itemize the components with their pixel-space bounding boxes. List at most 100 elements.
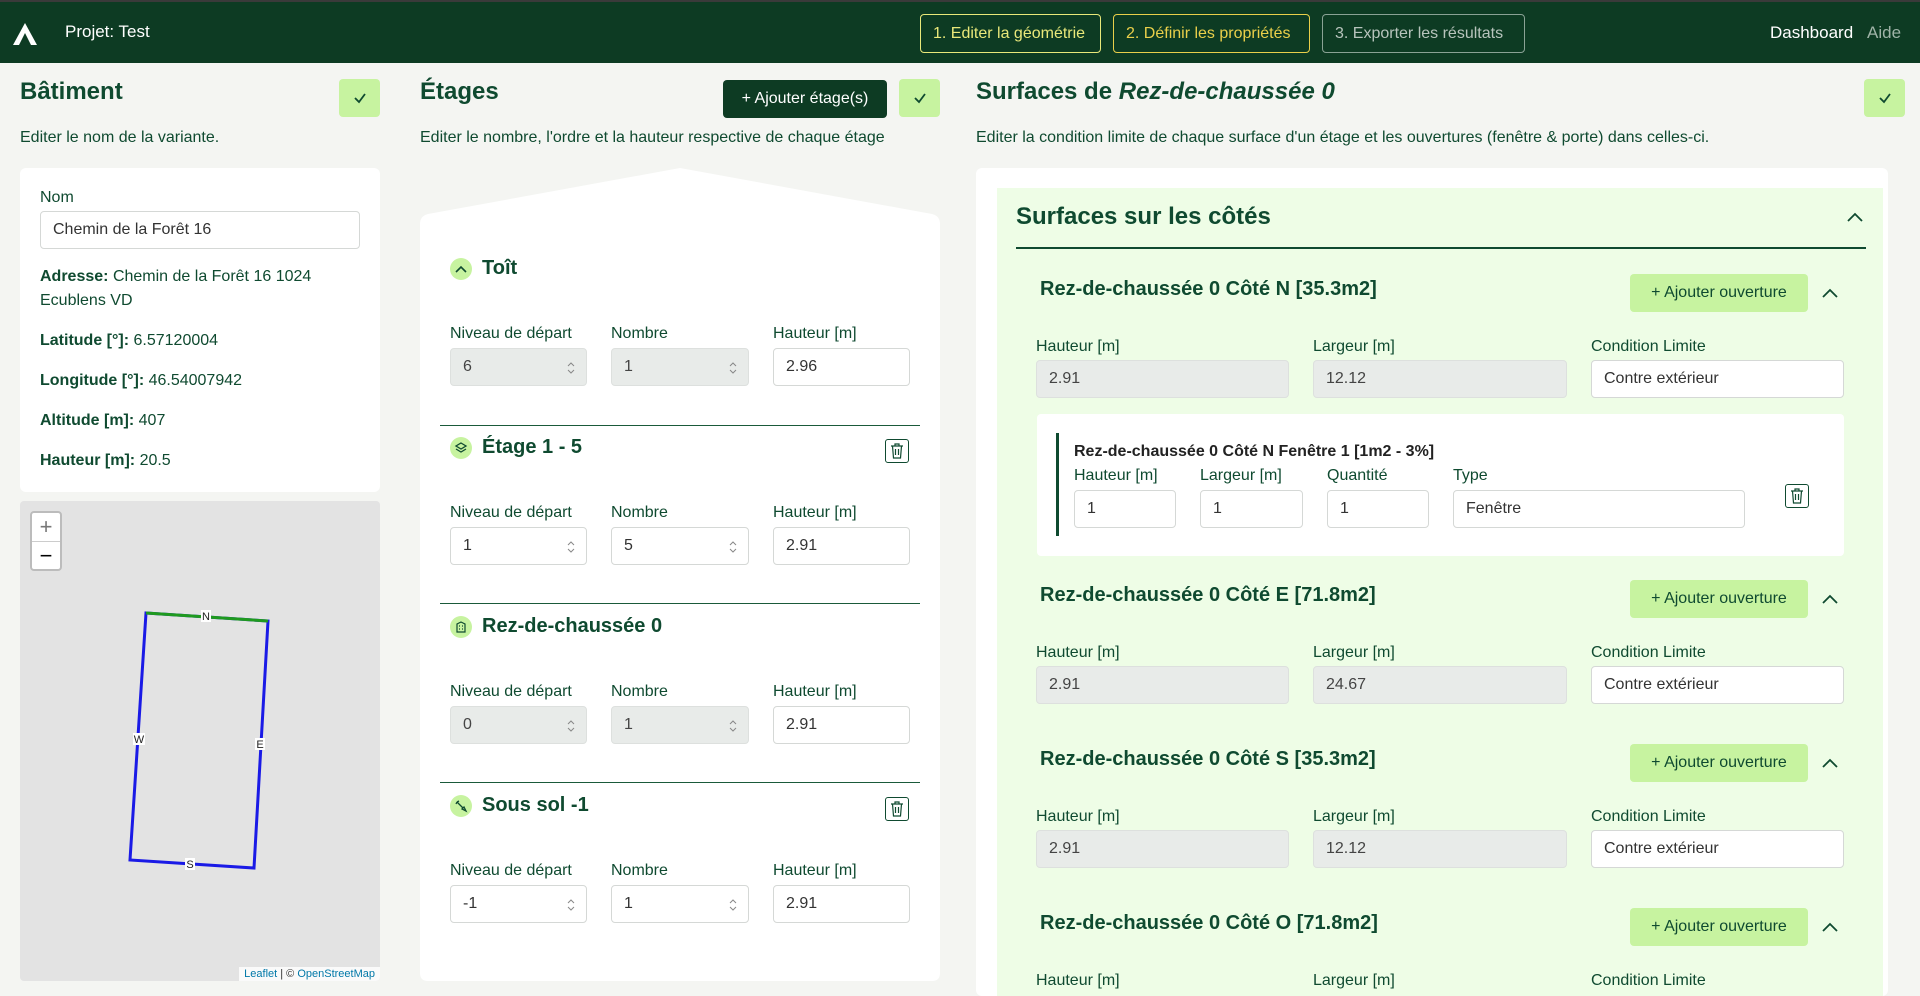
opening-quantity-input[interactable]: 1 <box>1327 490 1429 528</box>
height-label: Hauteur [m]: <box>40 452 136 469</box>
building-description: Editer le nom de la variante. <box>20 129 220 146</box>
add-floor-button[interactable]: + Ajouter étage(s) <box>723 80 887 118</box>
chevron-up-icon[interactable] <box>1821 757 1839 769</box>
stepper-icon[interactable] <box>728 539 738 555</box>
chevron-up-icon[interactable] <box>1821 593 1839 605</box>
ground-height-input[interactable]: 2.91 <box>773 706 910 744</box>
stepper-icon[interactable] <box>566 718 576 734</box>
delete-floor-button[interactable] <box>885 439 909 463</box>
side-e-boundary-select[interactable]: Contre extérieur <box>1591 666 1844 704</box>
side-e-width-input[interactable]: 24.67 <box>1313 666 1567 704</box>
opening-width-label: Largeur [m] <box>1200 467 1282 484</box>
name-label: Nom <box>40 189 74 206</box>
leaflet-link[interactable]: Leaflet <box>244 968 277 980</box>
opening-type-label: Type <box>1453 467 1488 484</box>
height-label: Hauteur [m] <box>773 862 857 879</box>
side-s-boundary-select[interactable]: Contre extérieur <box>1591 830 1844 868</box>
side-s-width-input[interactable]: 12.12 <box>1313 830 1567 868</box>
surface-height-label: Hauteur [m] <box>1036 644 1120 661</box>
basement-count-input[interactable]: 1 <box>611 885 749 923</box>
surfaces-title-prefix: Surfaces de <box>976 78 1119 105</box>
floors-description: Editer le nombre, l'ordre et la hauteur … <box>420 129 885 146</box>
altitude-value: 407 <box>138 412 166 429</box>
basement-count-value: 1 <box>624 895 633 912</box>
stepper-icon[interactable] <box>728 718 738 734</box>
layers-icon <box>450 437 472 459</box>
chevron-up-icon[interactable] <box>1846 211 1864 223</box>
delete-floor-button[interactable] <box>885 797 909 821</box>
surfaces-title: Surfaces de Rez-de-chaussée 0 <box>976 78 1335 106</box>
address-label: Adresse: <box>40 268 109 285</box>
floor-name-ground: Rez-de-chaussée 0 <box>482 615 663 637</box>
stepper-icon[interactable] <box>566 360 576 376</box>
surfaces-title-floor: Rez-de-chaussée 0 <box>1118 78 1335 105</box>
building-confirm-button[interactable] <box>339 79 380 117</box>
compass-n: N <box>202 611 210 623</box>
surface-width-label: Largeur [m] <box>1313 338 1395 355</box>
roof-start-level-value: 6 <box>463 358 472 375</box>
roof-count-input[interactable]: 1 <box>611 348 749 386</box>
floors-count-value: 5 <box>624 537 633 554</box>
opening-height-input[interactable]: 1 <box>1074 490 1176 528</box>
opening-quantity-label: Quantité <box>1327 467 1388 484</box>
roof-count-value: 1 <box>624 358 633 375</box>
app-logo-icon[interactable] <box>12 22 38 46</box>
side-o-title: Rez-de-chaussée 0 Côté O [71.8m2] <box>1040 912 1378 934</box>
shovel-icon <box>450 795 472 817</box>
roof-start-level-input[interactable]: 6 <box>450 348 587 386</box>
building-title: Bâtiment <box>20 78 123 105</box>
floors-start-level-input[interactable]: 1 <box>450 527 587 565</box>
osm-link[interactable]: OpenStreetMap <box>297 968 375 980</box>
compass-e: E <box>256 739 263 751</box>
project-name: Projet: Test <box>65 22 150 41</box>
opening-width-input[interactable]: 1 <box>1200 490 1303 528</box>
opening-height-label: Hauteur [m] <box>1074 467 1158 484</box>
floors-height-input[interactable]: 2.91 <box>773 527 910 565</box>
stepper-icon[interactable] <box>728 897 738 913</box>
variant-name-input[interactable]: Chemin de la Forêt 16 <box>40 211 360 249</box>
add-opening-button[interactable]: + Ajouter ouverture <box>1630 744 1808 782</box>
add-opening-button[interactable]: + Ajouter ouverture <box>1630 908 1808 946</box>
stepper-icon[interactable] <box>728 360 738 376</box>
stepper-icon[interactable] <box>566 539 576 555</box>
height-label: Hauteur [m] <box>773 325 857 342</box>
basement-height-input[interactable]: 2.91 <box>773 885 910 923</box>
nav-help-link[interactable]: Aide <box>1867 23 1901 43</box>
delete-opening-button[interactable] <box>1785 484 1809 508</box>
side-n-width-input[interactable]: 12.12 <box>1313 360 1567 398</box>
floors-confirm-button[interactable] <box>899 79 940 117</box>
floor-name-floors: Étage 1 - 5 <box>482 436 583 458</box>
step-edit-geometry-button[interactable]: 1. Editer la géométrie <box>920 14 1101 53</box>
building-map[interactable]: + − N E S W Leaflet | © OpenStreetMap <box>20 501 380 981</box>
add-opening-button[interactable]: + Ajouter ouverture <box>1630 274 1808 312</box>
check-icon <box>1878 93 1891 104</box>
add-opening-button[interactable]: + Ajouter ouverture <box>1630 580 1808 618</box>
side-e-height-input[interactable]: 2.91 <box>1036 666 1289 704</box>
start-level-label: Niveau de départ <box>450 862 572 879</box>
step-define-properties-button[interactable]: 2. Définir les propriétés <box>1113 14 1310 53</box>
nav-dashboard-link[interactable]: Dashboard <box>1770 23 1853 43</box>
floors-title: Étages <box>420 78 499 105</box>
floor-name-basement: Sous sol -1 <box>482 794 589 816</box>
check-icon <box>913 93 926 104</box>
side-s-title: Rez-de-chaussée 0 Côté S [35.3m2] <box>1040 748 1376 770</box>
ground-start-level-input[interactable]: 0 <box>450 706 587 744</box>
floors-count-input[interactable]: 5 <box>611 527 749 565</box>
height-label: Hauteur [m] <box>773 683 857 700</box>
side-s-height-input[interactable]: 2.91 <box>1036 830 1289 868</box>
side-n-height-input[interactable]: 2.91 <box>1036 360 1289 398</box>
start-level-label: Niveau de départ <box>450 325 572 342</box>
count-label: Nombre <box>611 862 668 879</box>
surfaces-confirm-button[interactable] <box>1864 79 1905 117</box>
side-n-boundary-select[interactable]: Contre extérieur <box>1591 360 1844 398</box>
basement-start-level-input[interactable]: -1 <box>450 885 587 923</box>
step-export-results-button[interactable]: 3. Exporter les résultats <box>1322 14 1525 53</box>
ground-count-input[interactable]: 1 <box>611 706 749 744</box>
longitude-value: 46.54007942 <box>148 372 243 389</box>
chevron-up-icon[interactable] <box>1821 287 1839 299</box>
floor-name-roof: Toît <box>482 257 518 279</box>
chevron-up-icon[interactable] <box>1821 921 1839 933</box>
opening-type-select[interactable]: Fenêtre <box>1453 490 1745 528</box>
roof-height-input[interactable]: 2.96 <box>773 348 910 386</box>
stepper-icon[interactable] <box>566 897 576 913</box>
